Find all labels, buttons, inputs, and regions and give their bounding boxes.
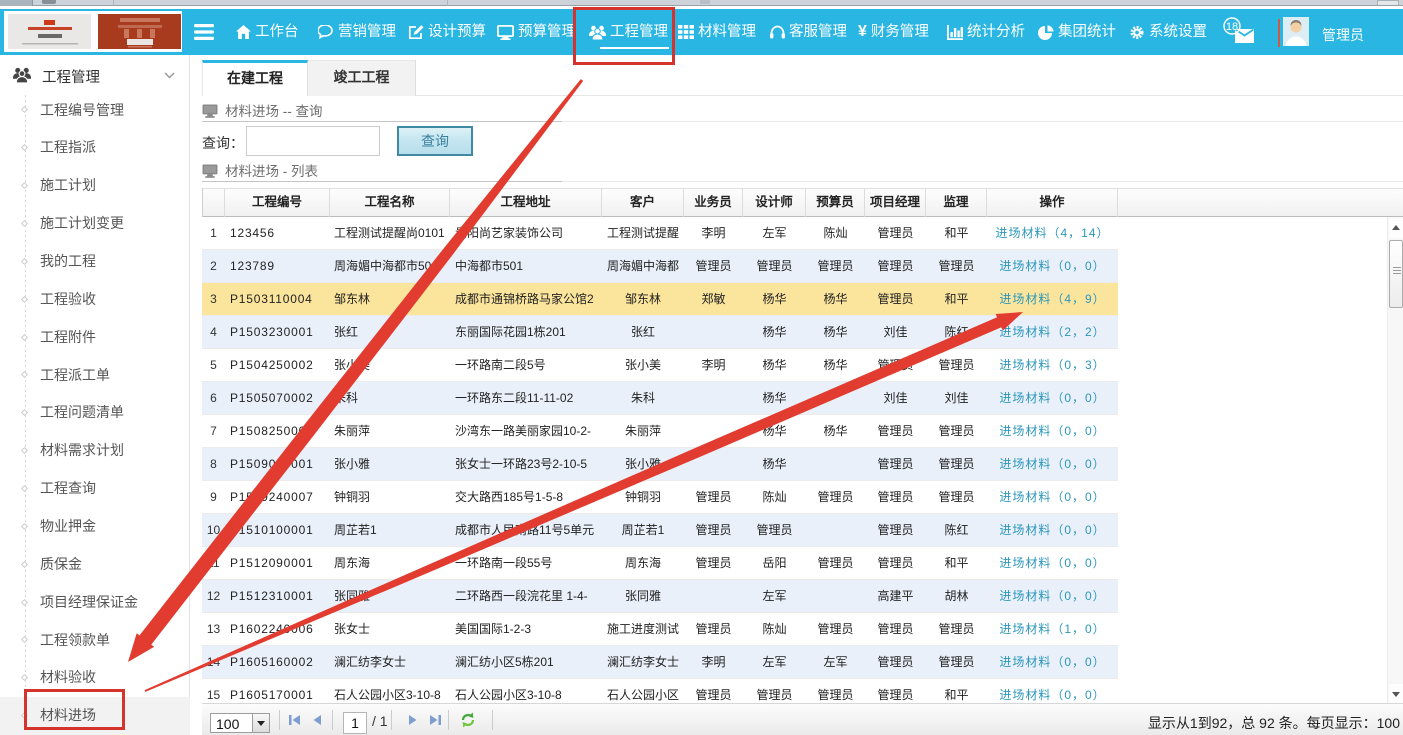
svg-text:18: 18: [1226, 21, 1238, 33]
